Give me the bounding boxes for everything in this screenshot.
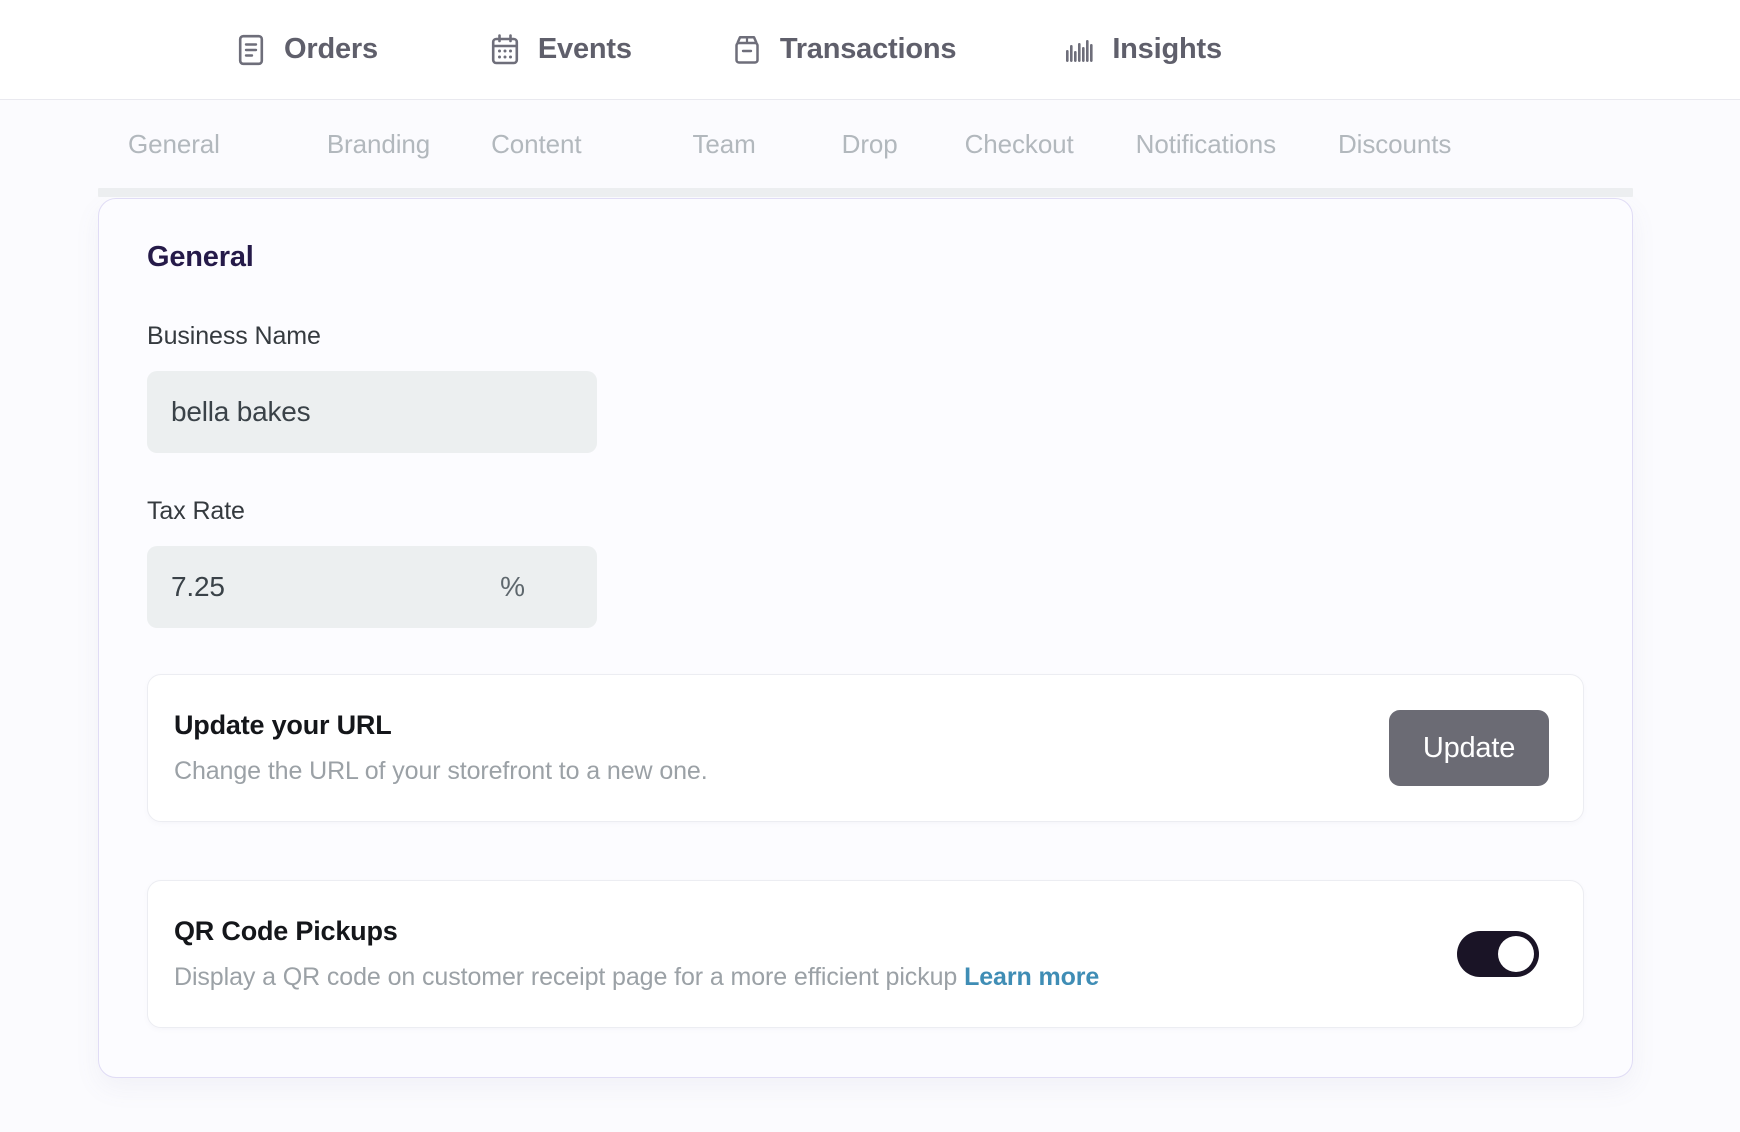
- tax-rate-input[interactable]: [147, 546, 597, 628]
- page-title: General: [147, 241, 254, 273]
- nav-item-transactions[interactable]: Transactions: [732, 0, 957, 99]
- learn-more-link[interactable]: Learn more: [964, 963, 1099, 991]
- business-name-label: Business Name: [147, 322, 321, 350]
- settings-tabs: General Branding Content Team Drop Check…: [0, 100, 1740, 188]
- nav-item-events[interactable]: Events: [490, 0, 632, 99]
- update-url-description: Change the URL of your storefront to a n…: [174, 757, 708, 785]
- tab-checkout[interactable]: Checkout: [965, 129, 1074, 160]
- business-name-field-block: Business Name: [147, 322, 1584, 453]
- qr-code-text: QR Code Pickups Display a QR code on cus…: [174, 916, 1457, 992]
- qr-code-description: Display a QR code on customer receipt pa…: [174, 963, 1457, 992]
- content-divider-strip: [0, 188, 1740, 198]
- tab-notifications[interactable]: Notifications: [1136, 129, 1276, 160]
- nav-item-orders[interactable]: Orders: [236, 0, 378, 99]
- update-url-panel: Update your URL Change the URL of your s…: [147, 674, 1584, 822]
- qr-code-pickups-panel: QR Code Pickups Display a QR code on cus…: [147, 880, 1584, 1028]
- nav-label-events: Events: [537, 33, 632, 65]
- general-settings-card: General Business Name Tax Rate % Update …: [98, 198, 1633, 1078]
- settings-panel-wrap: General Business Name Tax Rate % Update …: [0, 198, 1740, 1078]
- calendar-icon: [490, 33, 520, 66]
- nav-label-transactions: Transactions: [779, 33, 957, 65]
- tab-general[interactable]: General: [128, 129, 220, 160]
- tab-drop[interactable]: Drop: [842, 129, 898, 160]
- nav-label-orders: Orders: [284, 33, 378, 65]
- tab-content[interactable]: Content: [491, 129, 581, 160]
- qr-code-title: QR Code Pickups: [174, 916, 398, 946]
- tax-rate-field-block: Tax Rate %: [147, 497, 1584, 628]
- nav-label-insights: Insights: [1112, 33, 1222, 65]
- update-url-title: Update your URL: [174, 710, 392, 740]
- bar-chart-icon: [1064, 34, 1094, 66]
- qr-code-toggle[interactable]: [1457, 931, 1539, 977]
- tab-team[interactable]: Team: [692, 129, 755, 160]
- nav-item-insights[interactable]: Insights: [1064, 0, 1222, 99]
- tab-branding[interactable]: Branding: [327, 129, 430, 160]
- divider-bar: [98, 188, 1633, 197]
- tab-discounts[interactable]: Discounts: [1338, 129, 1451, 160]
- toggle-knob: [1498, 936, 1534, 972]
- update-url-text: Update your URL Change the URL of your s…: [174, 710, 1389, 786]
- tax-rate-input-wrap: %: [147, 546, 597, 628]
- document-icon: [236, 34, 266, 66]
- tax-rate-label: Tax Rate: [147, 497, 245, 525]
- update-button[interactable]: Update: [1389, 710, 1549, 786]
- top-navigation: Orders Events Transactions Insights: [0, 0, 1740, 100]
- business-name-input[interactable]: [147, 371, 597, 453]
- box-icon: [732, 34, 762, 66]
- qr-code-description-text: Display a QR code on customer receipt pa…: [174, 963, 958, 991]
